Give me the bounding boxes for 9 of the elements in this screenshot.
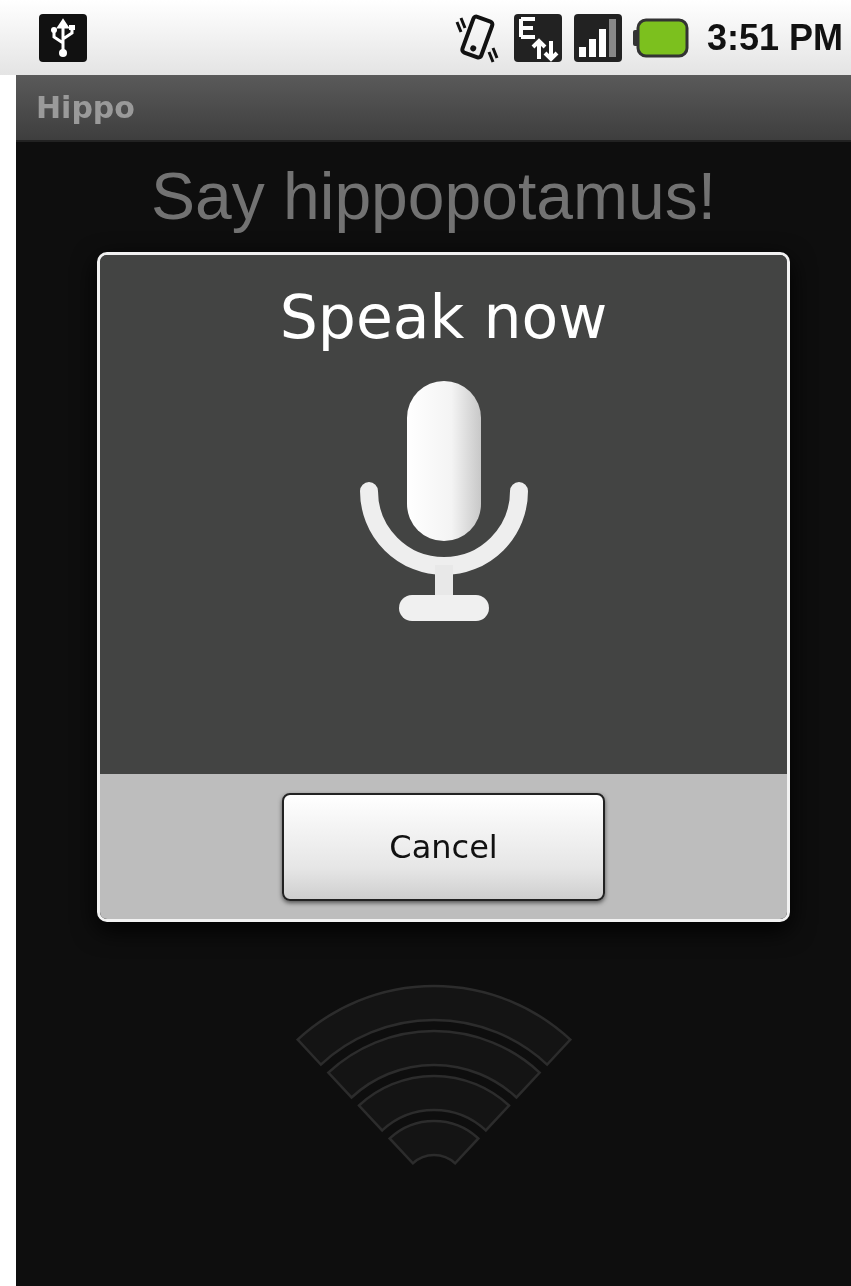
clock-time: 3:51 PM — [706, 16, 843, 59]
dialog-title: Speak now — [279, 281, 608, 354]
prompt-text: Say hippopotamus! — [151, 158, 716, 235]
data-network-icon — [512, 12, 563, 63]
battery-icon — [632, 17, 689, 58]
cancel-button[interactable]: Cancel — [282, 792, 605, 901]
usb-icon — [38, 12, 88, 63]
app-title: Hippo — [36, 90, 135, 125]
signal-icon — [572, 12, 623, 63]
